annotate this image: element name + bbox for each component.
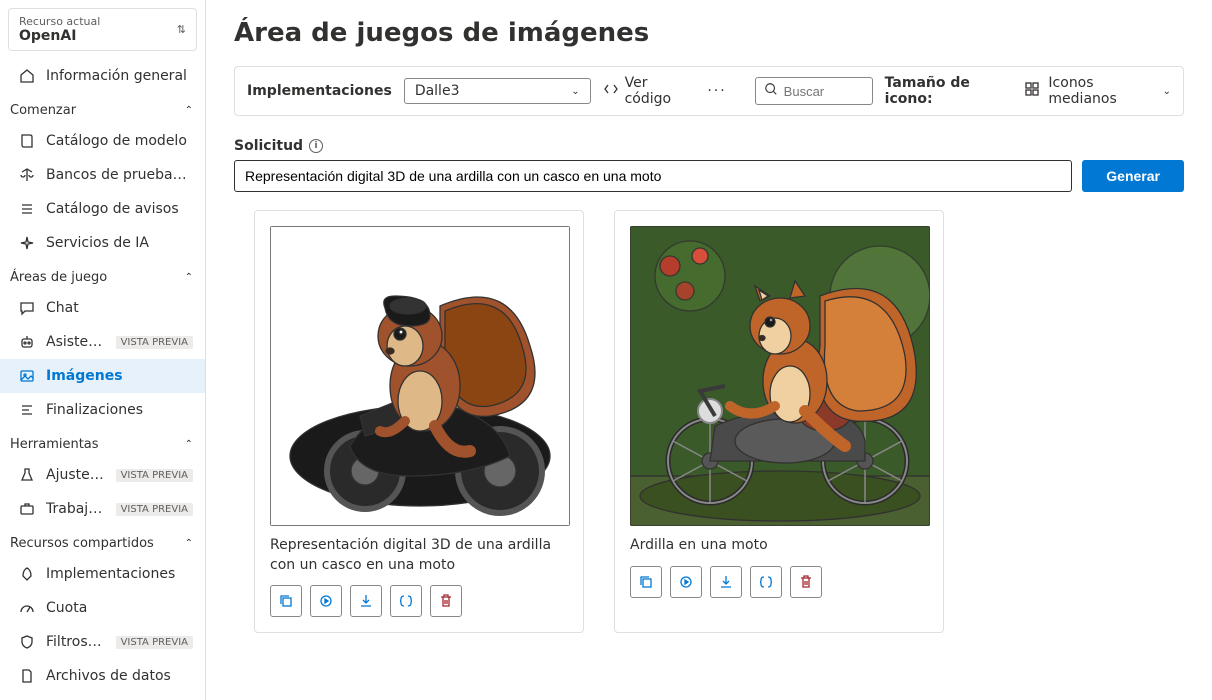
- rocket-icon: [18, 565, 36, 583]
- sidebar-item-assistants[interactable]: Asistentes VISTA PREVIA: [0, 325, 205, 359]
- scale-icon: [18, 166, 36, 184]
- chevron-up-icon: ⌃: [185, 272, 193, 283]
- sparkle-icon: [18, 234, 36, 252]
- sidebar-item-model-catalog[interactable]: Catálogo de modelo: [0, 124, 205, 158]
- section-start[interactable]: Comenzar ⌃: [0, 93, 205, 124]
- chevron-up-icon: ⌃: [185, 439, 193, 450]
- icon-size-label: Tamaño de icono:: [885, 75, 1013, 107]
- preview-badge: VISTA PREVIA: [116, 503, 193, 516]
- sidebar-item-images[interactable]: Imágenes: [0, 359, 205, 393]
- list-icon: [18, 200, 36, 218]
- resource-value: OpenAI: [19, 28, 100, 44]
- resource-selector[interactable]: Recurso actual OpenAI ⇅: [8, 8, 197, 51]
- file-icon: [18, 667, 36, 685]
- json-button[interactable]: [750, 566, 782, 598]
- delete-button[interactable]: [430, 585, 462, 617]
- deployments-label: Implementaciones: [247, 83, 392, 99]
- icon-size-select[interactable]: Iconos medianos ⌄: [1024, 75, 1171, 107]
- preview-badge: VISTA PREVIA: [116, 469, 193, 482]
- sidebar-item-benchmarks[interactable]: Bancos de pruebas d...: [0, 158, 205, 192]
- preview-badge: VISTA PREVIA: [116, 336, 193, 349]
- info-icon[interactable]: i: [309, 139, 323, 153]
- chevron-down-icon: ⌄: [1163, 86, 1171, 97]
- flask-icon: [18, 466, 36, 484]
- main-content: Área de juegos de imágenes Implementacio…: [206, 0, 1212, 700]
- deployment-select[interactable]: Dalle3 ⌄: [404, 78, 591, 104]
- image-gallery: Representación digital 3D de una ardilla…: [234, 210, 1184, 633]
- generate-button[interactable]: Generar: [1082, 160, 1184, 192]
- robot-icon: [18, 333, 36, 351]
- home-icon: [18, 67, 36, 85]
- search-icon: [764, 82, 778, 100]
- sidebar-item-deployments[interactable]: Implementaciones: [0, 557, 205, 591]
- chat-icon: [18, 299, 36, 317]
- search-input[interactable]: [784, 84, 864, 99]
- generated-image[interactable]: [630, 226, 930, 526]
- copy-button[interactable]: [630, 566, 662, 598]
- sidebar: Recurso actual OpenAI ⇅ Información gene…: [0, 0, 206, 700]
- toolbar: Implementaciones Dalle3 ⌄ Ver código ···…: [234, 66, 1184, 116]
- text-icon: [18, 401, 36, 419]
- section-shared[interactable]: Recursos compartidos ⌃: [0, 526, 205, 557]
- gauge-icon: [18, 599, 36, 617]
- section-playgrounds[interactable]: Áreas de juego ⌃: [0, 260, 205, 291]
- page-title: Área de juegos de imágenes: [234, 18, 1184, 48]
- sidebar-item-finetune[interactable]: Ajuste preciso VISTA PREVIA: [0, 458, 205, 492]
- delete-button[interactable]: [790, 566, 822, 598]
- book-icon: [18, 132, 36, 150]
- chevron-updown-icon: ⇅: [177, 23, 186, 36]
- sidebar-item-content-filters[interactable]: Filtros de co... VISTA PREVIA: [0, 625, 205, 659]
- shield-icon: [18, 633, 36, 651]
- copy-button[interactable]: [270, 585, 302, 617]
- chevron-down-icon: ⌄: [571, 86, 579, 97]
- regenerate-button[interactable]: [310, 585, 342, 617]
- search-box[interactable]: [755, 77, 873, 105]
- chevron-up-icon: ⌃: [185, 538, 193, 549]
- download-button[interactable]: [350, 585, 382, 617]
- section-tools[interactable]: Herramientas ⌃: [0, 427, 205, 458]
- sidebar-item-completions[interactable]: Finalizaciones: [0, 393, 205, 427]
- more-button[interactable]: ···: [703, 83, 730, 99]
- briefcase-icon: [18, 500, 36, 518]
- json-button[interactable]: [390, 585, 422, 617]
- image-card: Representación digital 3D de una ardilla…: [254, 210, 584, 633]
- preview-badge: VISTA PREVIA: [116, 636, 193, 649]
- sidebar-item-jobs[interactable]: Trabajos por ... VISTA PREVIA: [0, 492, 205, 526]
- image-caption: Representación digital 3D de una ardilla…: [270, 536, 568, 575]
- download-button[interactable]: [710, 566, 742, 598]
- sidebar-item-prompt-catalog[interactable]: Catálogo de avisos: [0, 192, 205, 226]
- grid-icon: [1024, 81, 1040, 101]
- code-icon: [603, 81, 619, 101]
- sidebar-item-overview[interactable]: Información general: [0, 59, 205, 93]
- chevron-up-icon: ⌃: [185, 105, 193, 116]
- image-card: Ardilla en una moto: [614, 210, 944, 633]
- sidebar-item-ai-services[interactable]: Servicios de IA: [0, 226, 205, 260]
- view-code-button[interactable]: Ver código: [603, 75, 692, 107]
- sidebar-item-data-files[interactable]: Archivos de datos: [0, 659, 205, 693]
- resource-label: Recurso actual: [19, 15, 100, 28]
- prompt-label: Solicitud: [234, 138, 303, 154]
- sidebar-item-chat[interactable]: Chat: [0, 291, 205, 325]
- prompt-input[interactable]: [234, 160, 1072, 192]
- regenerate-button[interactable]: [670, 566, 702, 598]
- image-icon: [18, 367, 36, 385]
- sidebar-item-quota[interactable]: Cuota: [0, 591, 205, 625]
- image-caption: Ardilla en una moto: [630, 536, 928, 556]
- generated-image[interactable]: [270, 226, 570, 526]
